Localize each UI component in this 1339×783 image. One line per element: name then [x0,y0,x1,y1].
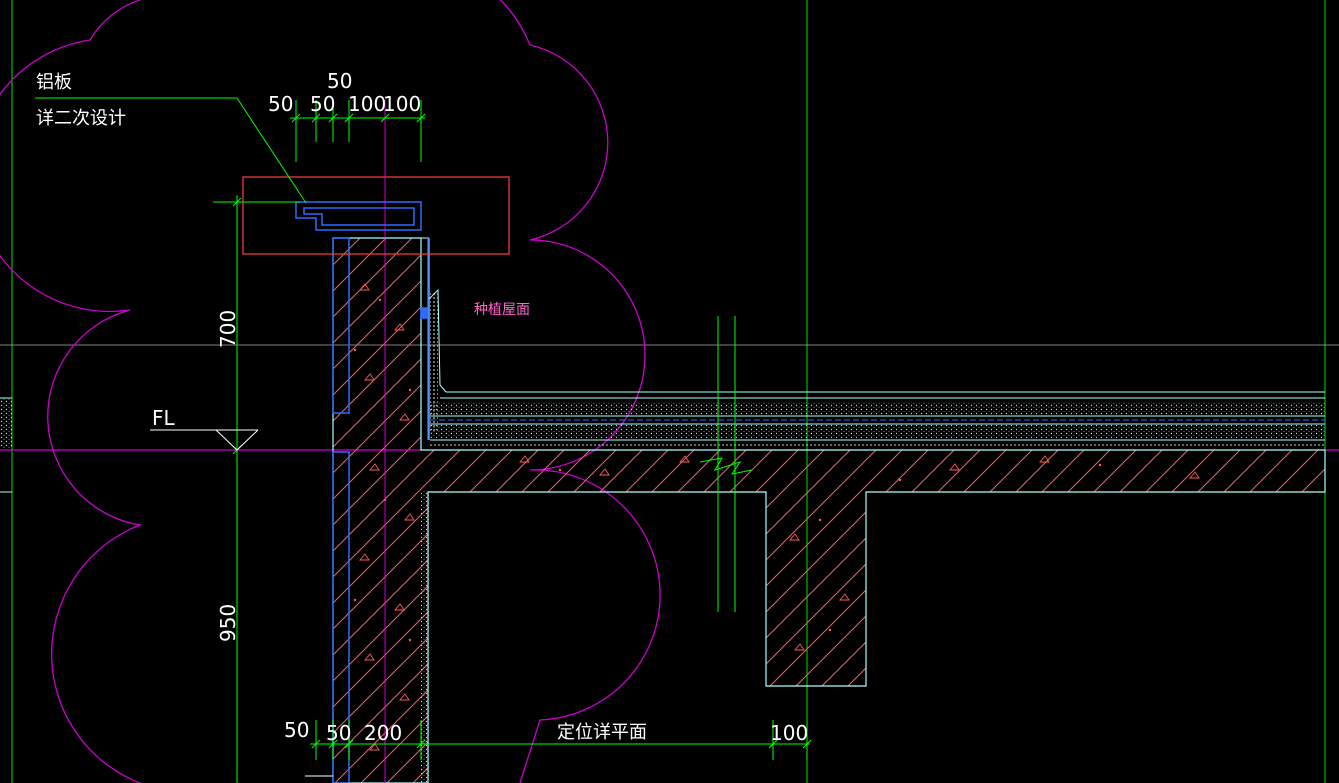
label-floor-level: FL [152,406,176,430]
label-secondary-design: 详二次设计 [36,108,126,129]
dim-top-4: 100 [383,92,421,116]
floor-level-symbol [150,429,259,451]
roof-layers [421,237,1325,783]
dim-vertical-upper: 700 [216,310,240,348]
concrete-structure [332,237,1326,783]
dim-bottom-4: 100 [770,721,808,745]
dim-top-1: 50 [268,92,293,116]
dim-bottom-2: 50 [326,721,351,745]
dim-bottom-1: 50 [284,718,309,742]
dim-top-2: 50 [310,92,335,116]
dim-bottom-3: 200 [364,721,402,745]
label-aluminum-panel: 铝板 [36,72,72,93]
vertical-dimension [213,195,300,783]
dim-top-overall: 50 [327,69,352,93]
dim-vertical-lower: 950 [216,604,240,642]
label-planting-roof: 种植屋面 [474,302,530,318]
left-slab-stub [0,397,12,493]
label-positioning-plan: 定位详平面 [557,722,647,743]
dim-top-3: 100 [348,92,386,116]
cad-canvas[interactable]: 铝板 详二次设计 种植屋面 FL 定位详平面 50 50 50 100 100 … [0,0,1339,783]
parapet-detail-drawing: 铝板 详二次设计 种植屋面 FL 定位详平面 50 50 50 100 100 … [0,0,1339,783]
